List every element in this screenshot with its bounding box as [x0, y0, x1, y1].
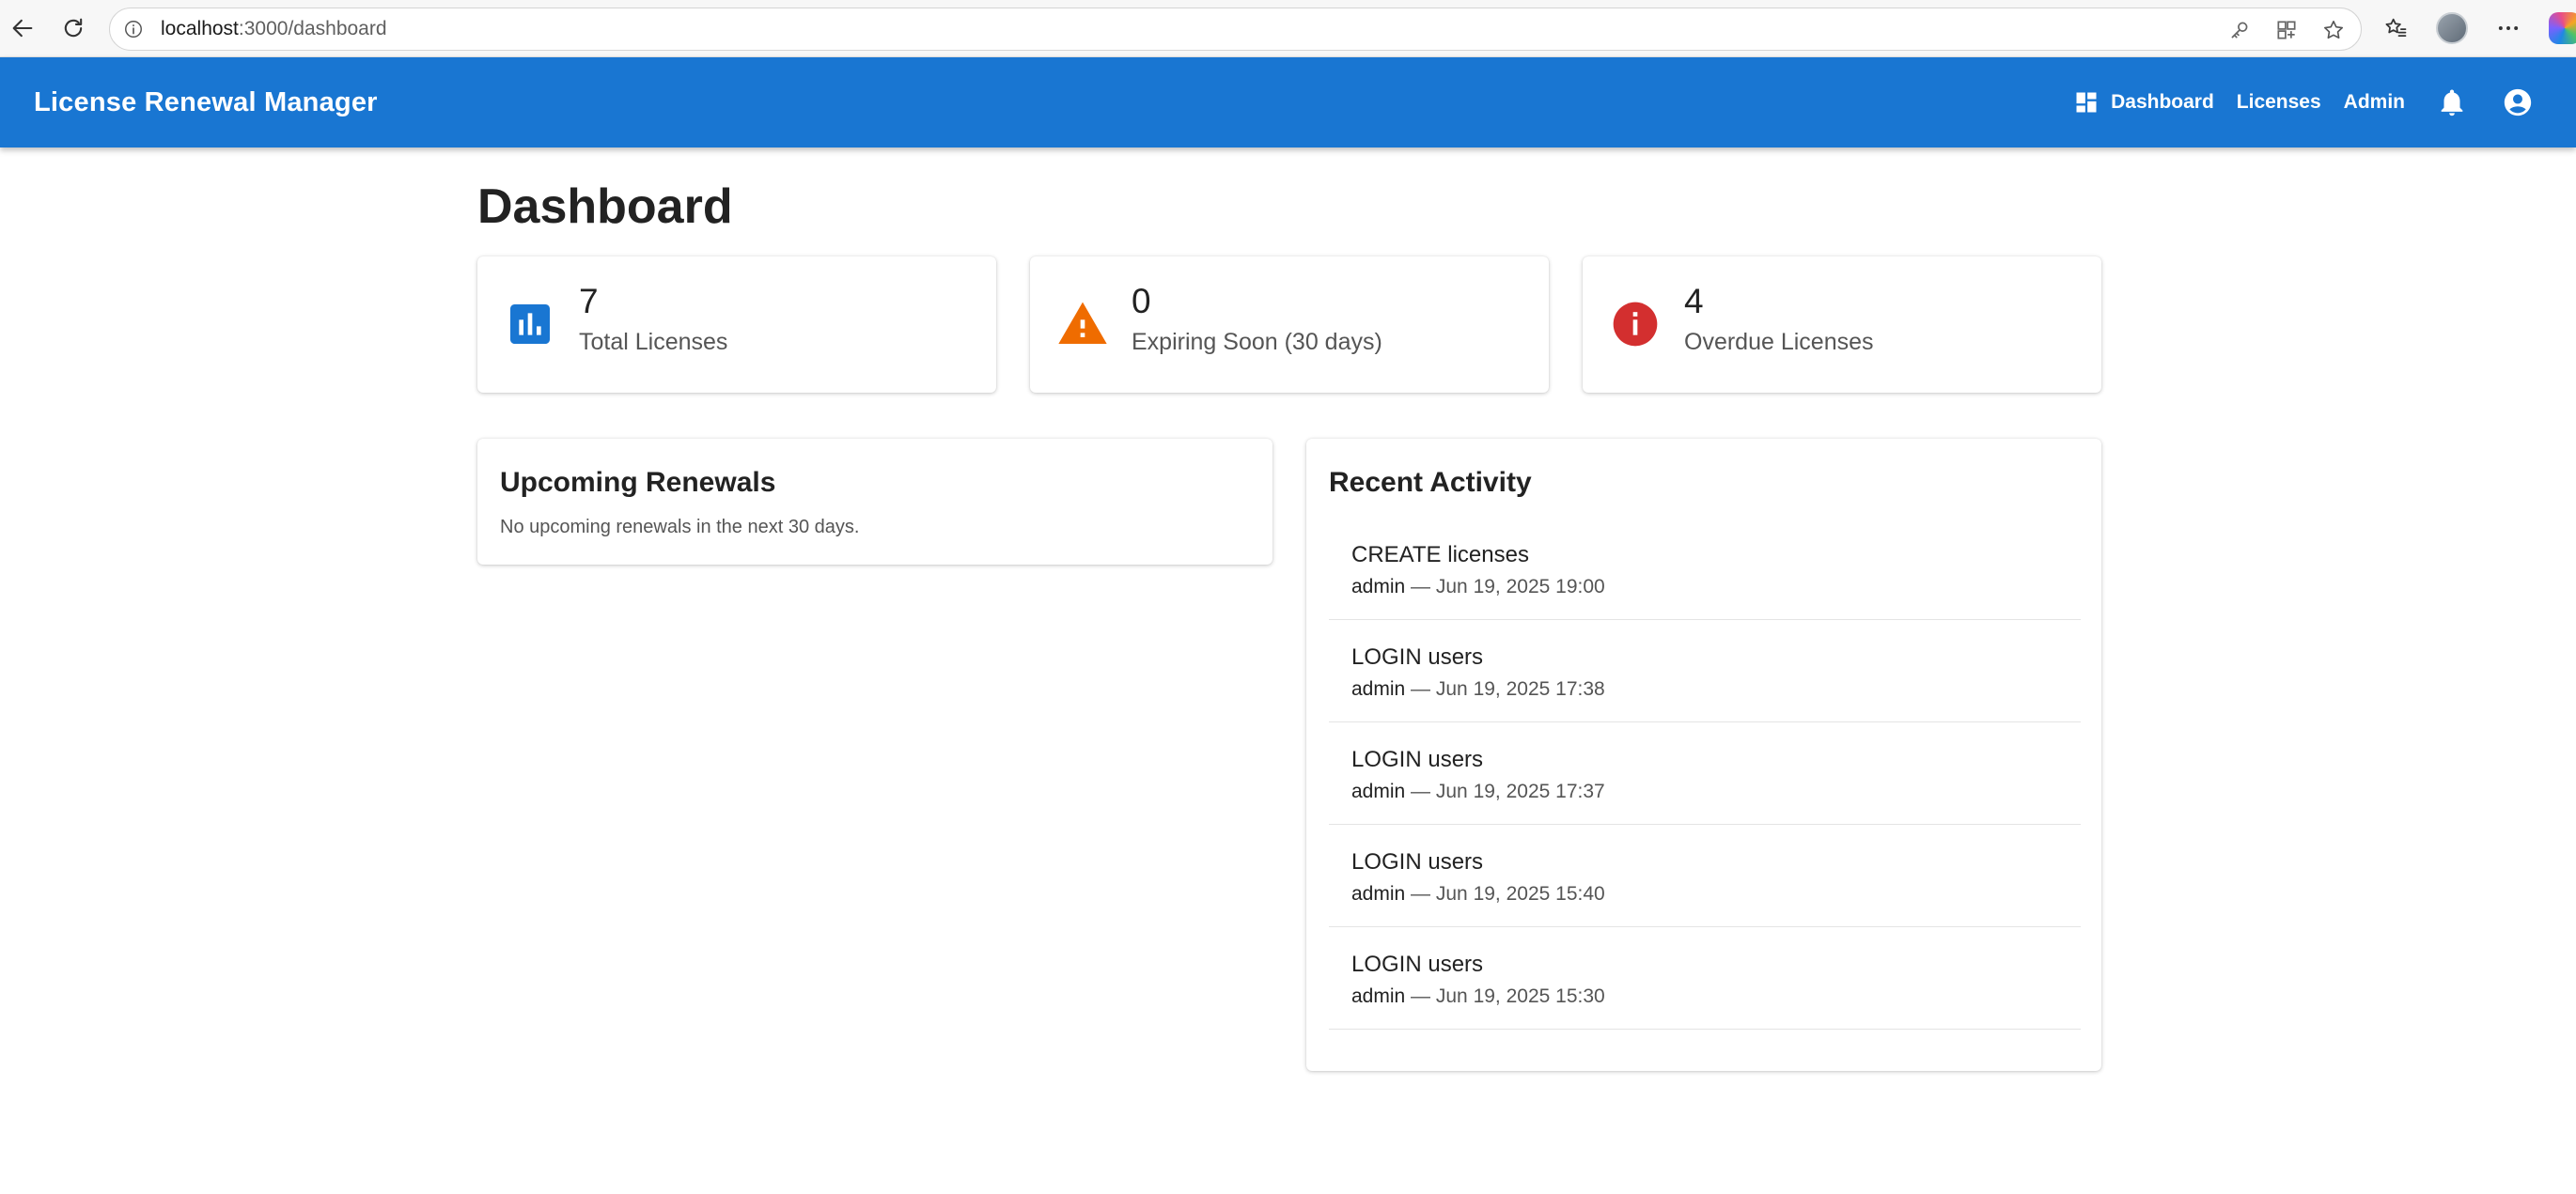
- activity-timestamp: Jun 19, 2025 15:30: [1435, 985, 1605, 1007]
- nav-dashboard[interactable]: Dashboard: [2062, 80, 2225, 125]
- browser-toolbar: localhost:3000/dashboard: [0, 0, 2576, 57]
- nav-admin[interactable]: Admin: [2333, 80, 2416, 125]
- activity-user: admin: [1351, 985, 1406, 1007]
- refresh-icon[interactable]: [55, 9, 92, 47]
- key-icon[interactable]: [2225, 16, 2254, 44]
- stat-value: 7: [579, 282, 599, 320]
- list-item: CREATE licenses admin — Jun 19, 2025 19:…: [1329, 518, 2081, 620]
- activity-action: LOGIN users: [1351, 849, 1484, 875]
- account-circle-icon[interactable]: [2488, 72, 2548, 132]
- list-item: LOGIN users admin — Jun 19, 2025 17:37: [1329, 722, 2081, 825]
- activity-user: admin: [1351, 576, 1406, 597]
- activity-timestamp: Jun 19, 2025 15:40: [1435, 883, 1605, 905]
- activity-timestamp: Jun 19, 2025 17:37: [1435, 781, 1605, 802]
- stat-card-expiring: 0 Expiring Soon (30 days): [1030, 256, 1549, 393]
- dashboard-icon: [2076, 92, 2097, 113]
- nav-licenses[interactable]: Licenses: [2225, 80, 2333, 125]
- address-bar[interactable]: localhost:3000/dashboard: [109, 8, 2362, 51]
- url-path: :3000/dashboard: [238, 18, 387, 39]
- site-info-icon[interactable]: [121, 17, 146, 41]
- activity-meta: admin — Jun 19, 2025 17:37: [1351, 781, 1605, 802]
- back-arrow-icon[interactable]: [4, 9, 41, 47]
- activity-action: CREATE licenses: [1351, 542, 1529, 567]
- activity-action: LOGIN users: [1351, 747, 1484, 772]
- apps-icon[interactable]: [2272, 16, 2301, 44]
- stat-label: Expiring Soon (30 days): [1132, 329, 1382, 355]
- copilot-icon[interactable]: [2549, 12, 2576, 44]
- activity-meta: admin — Jun 19, 2025 15:30: [1351, 985, 1605, 1007]
- page-title: Dashboard: [477, 179, 733, 234]
- upcoming-renewals-title: Upcoming Renewals: [500, 467, 776, 498]
- list-item: LOGIN users admin — Jun 19, 2025 15:40: [1329, 825, 2081, 927]
- activity-meta: admin — Jun 19, 2025 17:38: [1351, 678, 1605, 700]
- activity-timestamp: Jun 19, 2025 17:38: [1435, 678, 1605, 700]
- activity-meta: admin — Jun 19, 2025 19:00: [1351, 576, 1605, 597]
- favorites-icon[interactable]: [2378, 10, 2413, 46]
- notifications-bell-icon[interactable]: [2422, 72, 2482, 132]
- nav-dashboard-label: Dashboard: [2111, 91, 2214, 113]
- header-nav: Dashboard Licenses Admin: [2062, 57, 2576, 147]
- activity-action: LOGIN users: [1351, 644, 1484, 670]
- activity-user: admin: [1351, 678, 1406, 700]
- activity-user: admin: [1351, 883, 1406, 905]
- stat-label: Total Licenses: [579, 329, 728, 355]
- activity-meta: admin — Jun 19, 2025 15:40: [1351, 883, 1605, 905]
- nav-admin-label: Admin: [2343, 91, 2405, 113]
- profile-avatar[interactable]: [2436, 12, 2468, 44]
- activity-list: CREATE licenses admin — Jun 19, 2025 19:…: [1329, 518, 2081, 1030]
- stat-value: 0: [1132, 282, 1151, 320]
- favorite-star-icon[interactable]: [2319, 16, 2348, 44]
- more-options-icon[interactable]: [2490, 10, 2526, 46]
- activity-timestamp: Jun 19, 2025 19:00: [1435, 576, 1605, 597]
- stat-label: Overdue Licenses: [1684, 329, 1874, 355]
- url-host: localhost: [161, 18, 239, 39]
- stat-card-overdue: 4 Overdue Licenses: [1583, 256, 2101, 393]
- stat-value: 4: [1684, 282, 1704, 320]
- error-icon: [1609, 298, 1662, 350]
- app-header: License Renewal Manager Dashboard Licens…: [0, 57, 2576, 147]
- app-title: License Renewal Manager: [34, 86, 378, 117]
- empty-renewals-message: No upcoming renewals in the next 30 days…: [500, 517, 860, 537]
- bar-chart-icon: [504, 298, 556, 350]
- stat-card-total: 7 Total Licenses: [477, 256, 996, 393]
- recent-activity-title: Recent Activity: [1329, 467, 1532, 498]
- nav-licenses-label: Licenses: [2236, 91, 2321, 113]
- activity-user: admin: [1351, 781, 1406, 802]
- activity-action: LOGIN users: [1351, 952, 1484, 977]
- list-item: LOGIN users admin — Jun 19, 2025 15:30: [1329, 927, 2081, 1030]
- list-item: LOGIN users admin — Jun 19, 2025 17:38: [1329, 620, 2081, 722]
- upcoming-renewals-panel: Upcoming Renewals No upcoming renewals i…: [477, 439, 1272, 565]
- url-text[interactable]: localhost:3000/dashboard: [161, 18, 387, 40]
- recent-activity-panel: Recent Activity CREATE licenses admin — …: [1306, 439, 2101, 1071]
- warning-icon: [1056, 298, 1109, 350]
